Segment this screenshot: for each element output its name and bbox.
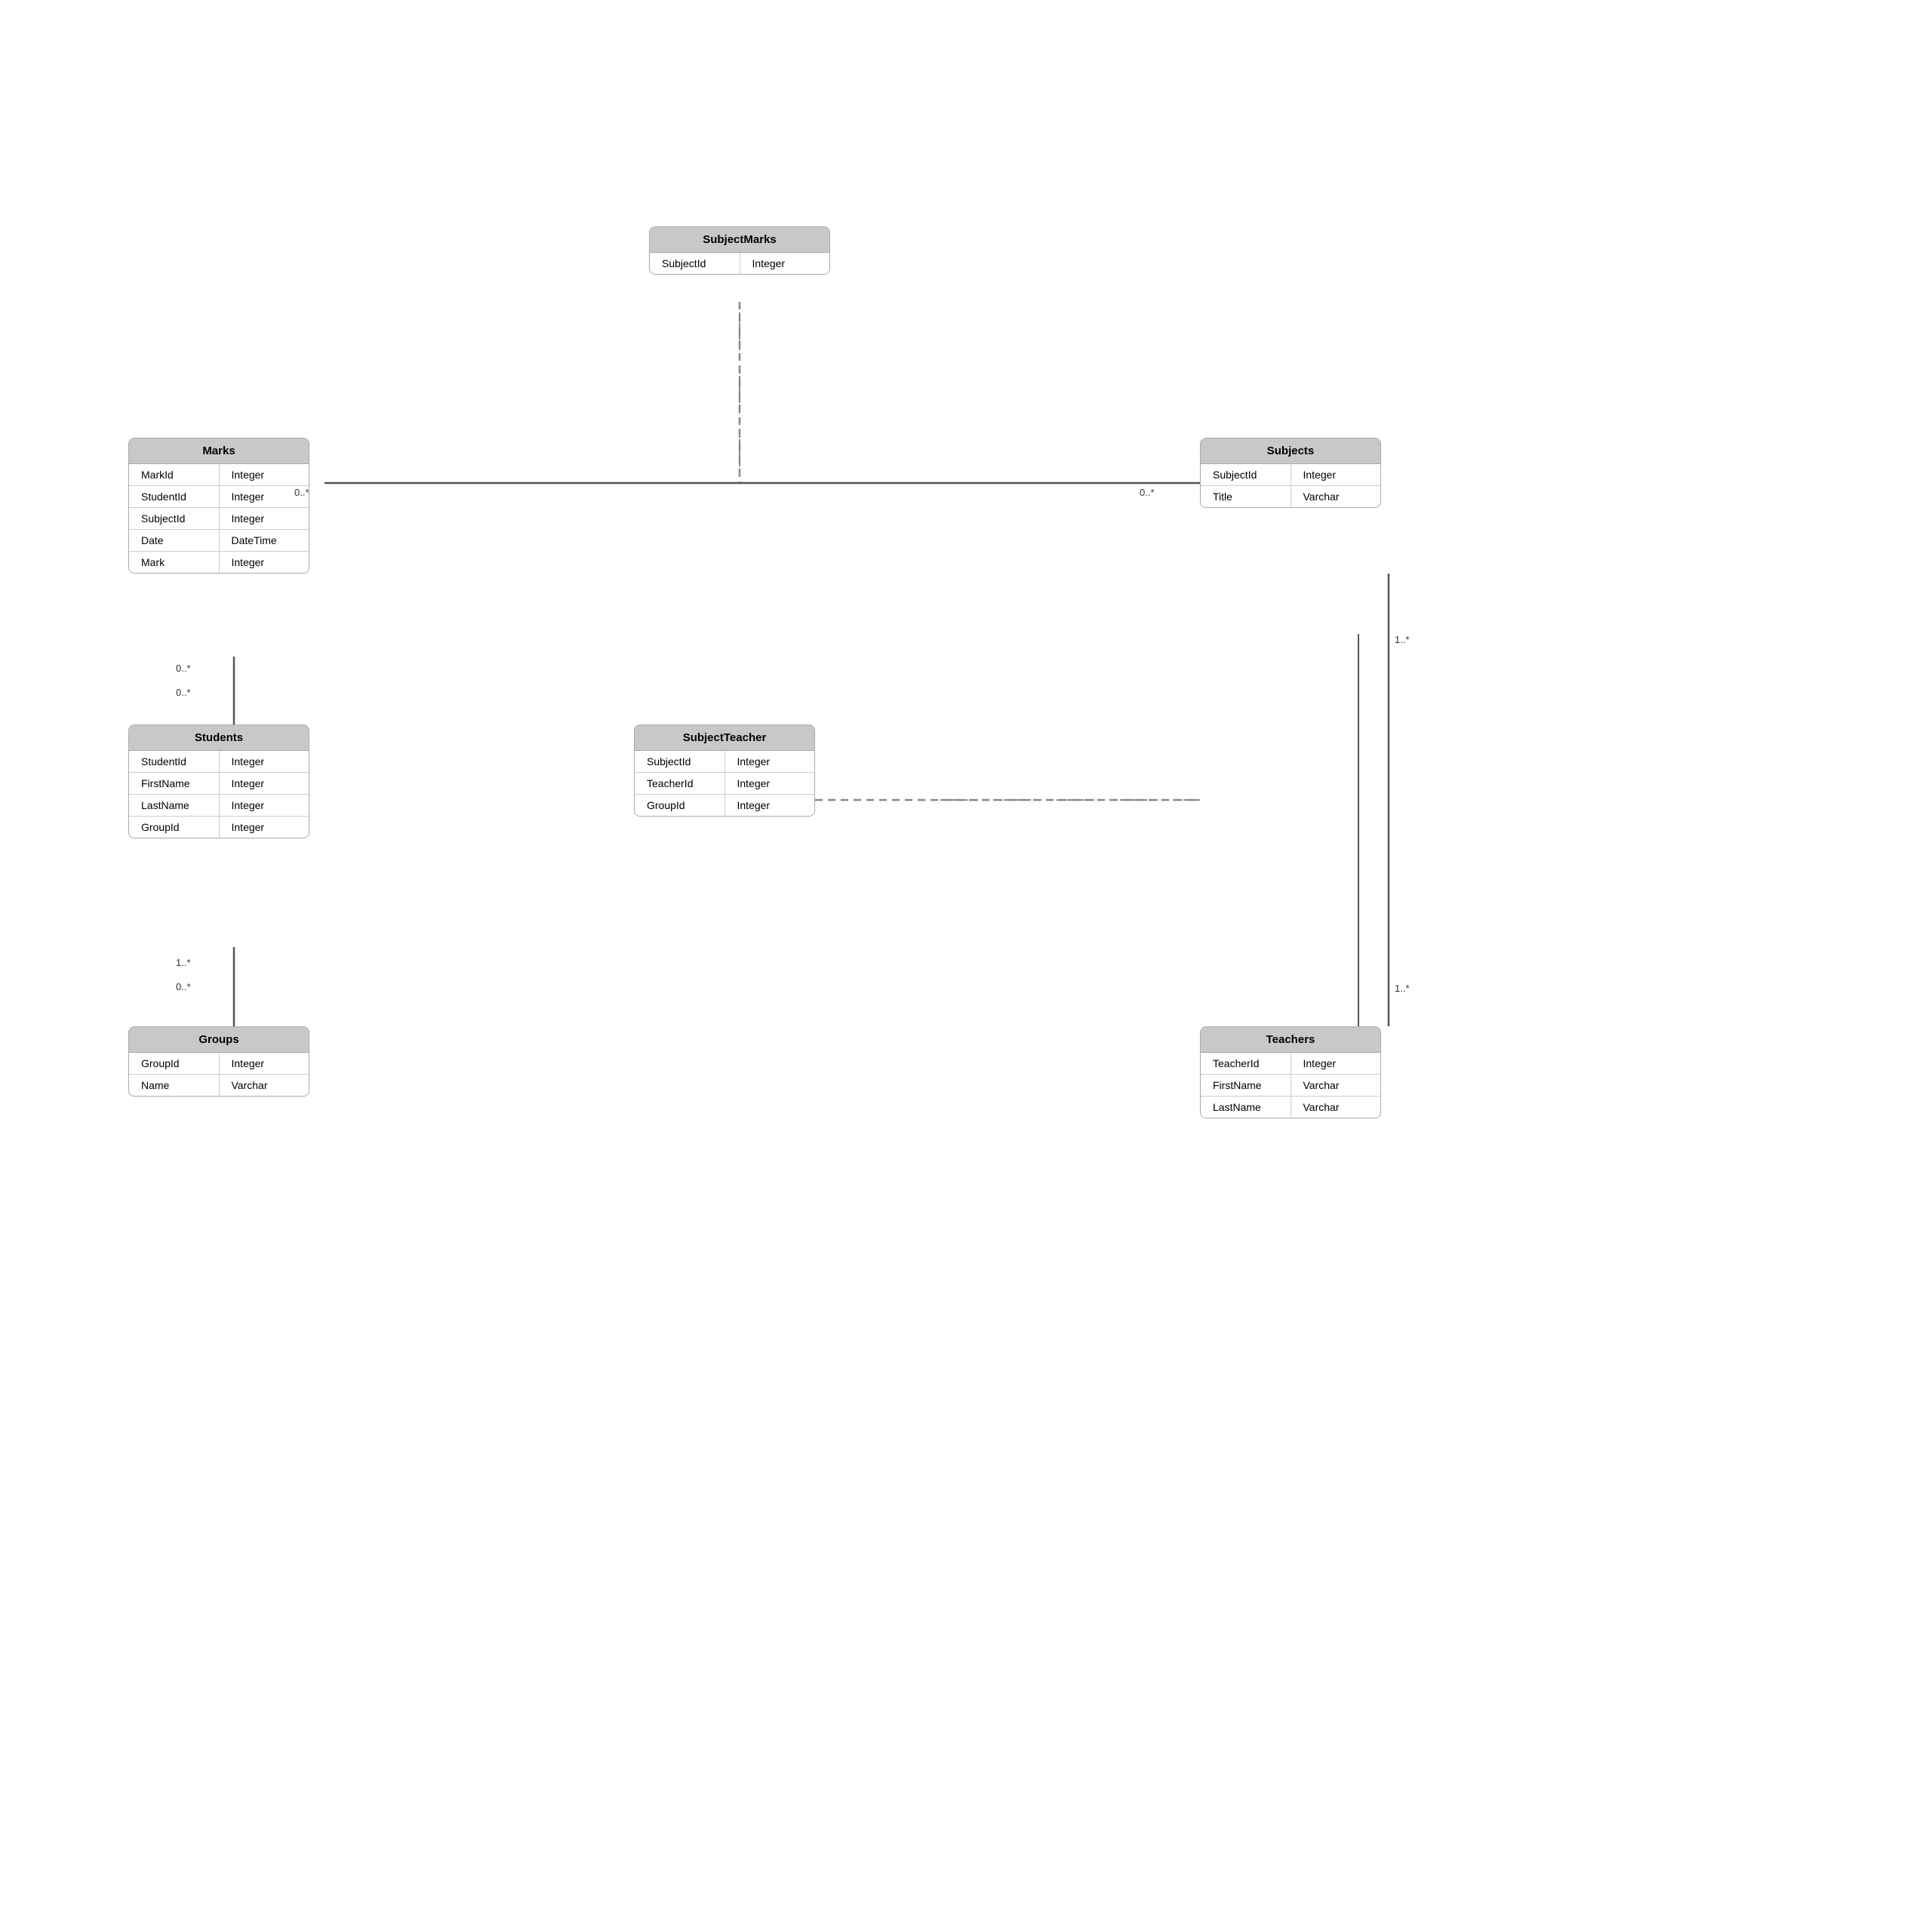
cell-groups-name-field: Name xyxy=(129,1075,220,1096)
header-teachers: Teachers xyxy=(1201,1027,1380,1053)
header-subjectteacher: SubjectTeacher xyxy=(635,725,814,751)
row-students-firstname: FirstName Integer xyxy=(129,773,309,795)
cell-teachers-firstname-field: FirstName xyxy=(1201,1075,1291,1096)
row-subjects-subjectid: SubjectId Integer xyxy=(1201,464,1380,486)
card-students-bottom1: 1..* xyxy=(176,957,191,968)
cell-students-firstname-type: Integer xyxy=(220,773,309,794)
cell-students-studentid-type: Integer xyxy=(220,751,309,772)
card-students-bottom2: 0..* xyxy=(176,981,191,992)
card-marks-bottom2: 0..* xyxy=(176,687,191,698)
header-students: Students xyxy=(129,725,309,751)
table-students: Students StudentId Integer FirstName Int… xyxy=(128,724,309,838)
cell-subjects-subjectid-field: SubjectId xyxy=(1201,464,1291,485)
cell-subjects-title-type: Varchar xyxy=(1291,486,1381,507)
cell-marks-subjectid-field: SubjectId xyxy=(129,508,220,529)
cell-marks-markid-type: Integer xyxy=(220,464,309,485)
table-subjects: Subjects SubjectId Integer Title Varchar xyxy=(1200,438,1381,508)
cell-subjectmarks-subjectid-field: SubjectId xyxy=(650,253,740,274)
cell-students-lastname-type: Integer xyxy=(220,795,309,816)
cell-teachers-firstname-type: Varchar xyxy=(1291,1075,1381,1096)
cell-marks-markid-field: MarkId xyxy=(129,464,220,485)
card-teachers-top: 1..* xyxy=(1395,983,1410,994)
row-teachers-lastname: LastName Varchar xyxy=(1201,1097,1380,1118)
header-subjectmarks: SubjectMarks xyxy=(650,227,829,253)
cell-marks-mark-type: Integer xyxy=(220,552,309,573)
row-students-groupid: GroupId Integer xyxy=(129,817,309,838)
cell-teachers-teacherid-field: TeacherId xyxy=(1201,1053,1291,1074)
cell-students-groupid-field: GroupId xyxy=(129,817,220,838)
table-marks: Marks MarkId Integer StudentId Integer S… xyxy=(128,438,309,574)
cell-groups-groupid-type: Integer xyxy=(220,1053,309,1074)
connections-svg xyxy=(0,0,1932,1932)
cell-subjectteacher-subjectid-type: Integer xyxy=(725,751,815,772)
row-subjectteacher-teacherid: TeacherId Integer xyxy=(635,773,814,795)
cell-groups-name-type: Varchar xyxy=(220,1075,309,1096)
card-subjects-right: 0..* xyxy=(1140,487,1155,498)
row-teachers-teacherid: TeacherId Integer xyxy=(1201,1053,1380,1075)
diagram-container: SubjectMarks SubjectId Integer Marks Mar… xyxy=(0,0,1932,1932)
row-subjectteacher-groupid: GroupId Integer xyxy=(635,795,814,816)
card-subjects-bottom: 1..* xyxy=(1395,634,1410,645)
cell-teachers-teacherid-type: Integer xyxy=(1291,1053,1381,1074)
cell-subjectteacher-groupid-type: Integer xyxy=(725,795,815,816)
table-groups: Groups GroupId Integer Name Varchar xyxy=(128,1026,309,1097)
table-teachers: Teachers TeacherId Integer FirstName Var… xyxy=(1200,1026,1381,1118)
cell-subjectmarks-subjectid-type: Integer xyxy=(740,253,830,274)
cell-students-studentid-field: StudentId xyxy=(129,751,220,772)
header-subjects: Subjects xyxy=(1201,438,1380,464)
table-subjectteacher: SubjectTeacher SubjectId Integer Teacher… xyxy=(634,724,815,817)
card-marks-left: 0..* xyxy=(294,487,309,498)
row-marks-subjectid: SubjectId Integer xyxy=(129,508,309,530)
row-subjectteacher-subjectid: SubjectId Integer xyxy=(635,751,814,773)
row-marks-date: Date DateTime xyxy=(129,530,309,552)
row-students-lastname: LastName Integer xyxy=(129,795,309,817)
cell-groups-groupid-field: GroupId xyxy=(129,1053,220,1074)
row-marks-studentid: StudentId Integer xyxy=(129,486,309,508)
row-marks-markid: MarkId Integer xyxy=(129,464,309,486)
row-subjects-title: Title Varchar xyxy=(1201,486,1380,507)
header-groups: Groups xyxy=(129,1027,309,1053)
cell-subjectteacher-groupid-field: GroupId xyxy=(635,795,725,816)
cell-marks-date-field: Date xyxy=(129,530,220,551)
cell-students-groupid-type: Integer xyxy=(220,817,309,838)
cell-teachers-lastname-field: LastName xyxy=(1201,1097,1291,1118)
cell-subjects-title-field: Title xyxy=(1201,486,1291,507)
cell-marks-studentid-field: StudentId xyxy=(129,486,220,507)
cell-students-lastname-field: LastName xyxy=(129,795,220,816)
row-groups-name: Name Varchar xyxy=(129,1075,309,1096)
row-marks-mark: Mark Integer xyxy=(129,552,309,573)
cell-teachers-lastname-type: Varchar xyxy=(1291,1097,1381,1118)
row-students-studentid: StudentId Integer xyxy=(129,751,309,773)
cell-subjects-subjectid-type: Integer xyxy=(1291,464,1381,485)
row-subjectmarks-subjectid: SubjectId Integer xyxy=(650,253,829,274)
cell-marks-subjectid-type: Integer xyxy=(220,508,309,529)
header-marks: Marks xyxy=(129,438,309,464)
cell-subjectteacher-subjectid-field: SubjectId xyxy=(635,751,725,772)
cell-students-firstname-field: FirstName xyxy=(129,773,220,794)
cell-marks-date-type: DateTime xyxy=(220,530,309,551)
card-marks-bottom1: 0..* xyxy=(176,663,191,674)
cell-subjectteacher-teacherid-field: TeacherId xyxy=(635,773,725,794)
row-teachers-firstname: FirstName Varchar xyxy=(1201,1075,1380,1097)
table-subjectmarks: SubjectMarks SubjectId Integer xyxy=(649,226,830,275)
cell-marks-mark-field: Mark xyxy=(129,552,220,573)
cell-subjectteacher-teacherid-type: Integer xyxy=(725,773,815,794)
row-groups-groupid: GroupId Integer xyxy=(129,1053,309,1075)
main-svg xyxy=(0,0,1932,1932)
